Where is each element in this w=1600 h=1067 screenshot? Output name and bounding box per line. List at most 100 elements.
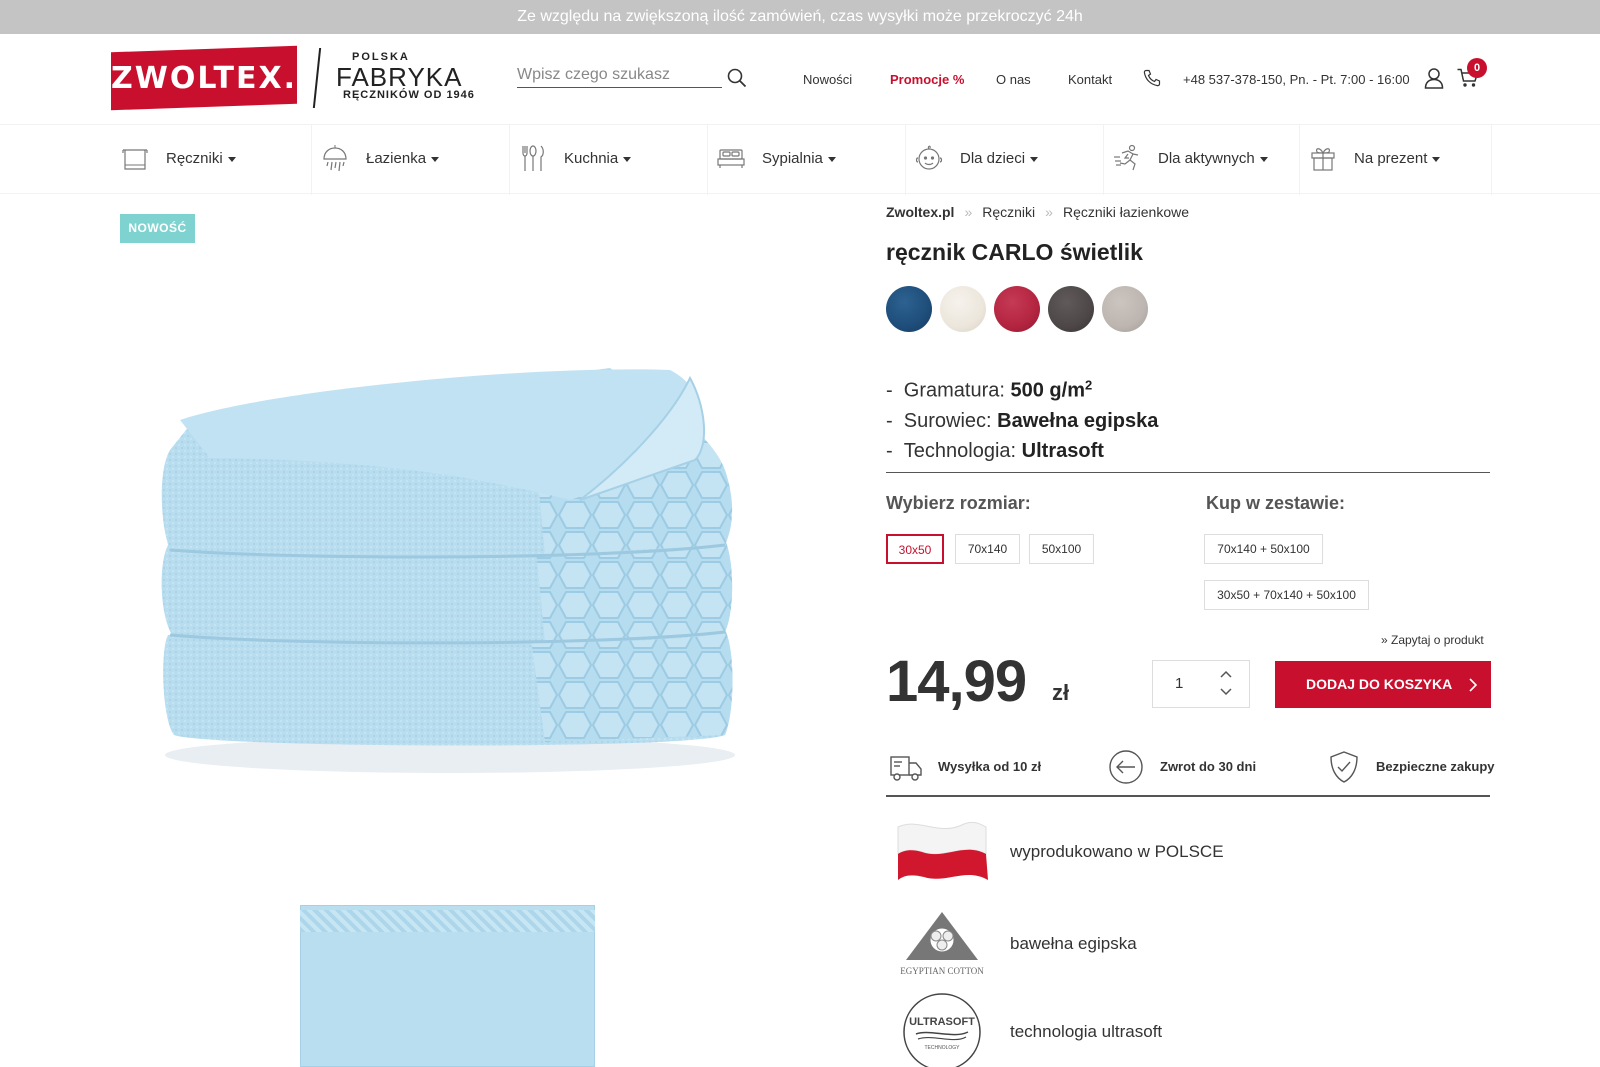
category-dla-dzieci[interactable]: Dla dzieci xyxy=(906,125,1104,195)
category-dla-aktywnych[interactable]: Dla aktywnych xyxy=(1104,125,1300,195)
color-swatch-cream[interactable] xyxy=(940,286,986,332)
divider xyxy=(886,472,1490,473)
phone-number[interactable]: +48 537-378-150, Pn. - Pt. 7:00 - 16:00 xyxy=(1183,72,1410,87)
spec-value: Bawełna egipska xyxy=(997,409,1159,432)
category-lazienka[interactable]: Łazienka xyxy=(312,125,510,195)
feature-secure-label: Bezpieczne zakupy xyxy=(1376,759,1495,774)
breadcrumb-home[interactable]: Zwoltex.pl xyxy=(886,204,954,220)
color-swatch-navy[interactable] xyxy=(886,286,932,332)
info-ultrasoft-label: technologia ultrasoft xyxy=(1010,1022,1163,1041)
shipping-notice-bar: Ze względu na zwiększoną ilość zamówień,… xyxy=(0,0,1600,34)
add-to-cart-button[interactable]: DODAJ DO KOSZYKA xyxy=(1275,661,1491,708)
color-swatch-graphite[interactable] xyxy=(1048,286,1094,332)
chevron-up-icon[interactable] xyxy=(1219,669,1233,679)
phone-icon xyxy=(1143,69,1161,87)
bed-icon xyxy=(717,149,745,168)
size-option-30x50[interactable]: 30x50 xyxy=(886,534,944,564)
set-option-30x50-70x140-50x100[interactable]: 30x50 + 70x140 + 50x100 xyxy=(1204,580,1369,610)
ask-about-product-link[interactable]: » Zapytaj o produkt xyxy=(1381,633,1484,647)
quantity-stepper[interactable]: 1 xyxy=(1152,660,1250,708)
category-label: Ręczniki xyxy=(166,150,236,167)
search-input[interactable] xyxy=(517,62,722,88)
cutlery-icon xyxy=(522,145,544,171)
color-swatch-taupe[interactable] xyxy=(1102,286,1148,332)
category-kuchnia[interactable]: Kuchnia xyxy=(510,125,708,195)
spec-surowiec: - Surowiec: Bawełna egipska xyxy=(886,409,1159,432)
breadcrumb-reczniki[interactable]: Ręczniki xyxy=(982,204,1035,220)
chevron-right-icon xyxy=(1469,678,1477,692)
runner-icon xyxy=(1114,144,1139,171)
category-label: Na prezent xyxy=(1354,150,1440,167)
size-section-title: Wybierz rozmiar: xyxy=(886,493,1031,513)
spec-value: 500 g/m xyxy=(1010,379,1085,402)
product-image[interactable] xyxy=(150,350,760,780)
shipping-notice-text: Ze względu na zwiększoną ilość zamówień,… xyxy=(517,8,1083,25)
set-section-title: Kup w zestawie: xyxy=(1206,493,1346,513)
ultrasoft-logo-subtext: TECHNOLOGY xyxy=(924,1045,960,1051)
feature-returns: Zwrot do 30 dni xyxy=(1108,749,1308,785)
breadcrumb-separator: » xyxy=(1045,204,1053,220)
logo-line-3: RĘCZNIKÓW OD 1946 xyxy=(343,89,475,101)
nav-link-kontakt[interactable]: Kontakt xyxy=(1068,72,1112,87)
breadcrumb: Zwoltex.pl » Ręczniki » Ręczniki łazienkowe xyxy=(886,204,1189,220)
size-option-70x140[interactable]: 70x140 xyxy=(955,534,1020,564)
feature-shipping: Wysyłka od 10 zł xyxy=(888,749,1088,785)
info-egyptian-cotton: EGYPTIAN COTTON bawełna egipska xyxy=(886,902,1486,982)
size-option-50x100[interactable]: 50x100 xyxy=(1029,534,1094,564)
category-label: Dla aktywnych xyxy=(1158,150,1268,167)
category-label: Kuchnia xyxy=(564,150,631,167)
quantity-value[interactable]: 1 xyxy=(1175,675,1183,692)
feature-secure: Bezpieczne zakupy xyxy=(1326,749,1496,785)
category-na-prezent[interactable]: Na prezent xyxy=(1300,125,1492,195)
spec-label: Surowiec: xyxy=(903,409,992,432)
category-label: Sypialnia xyxy=(762,150,836,167)
shower-icon xyxy=(323,145,347,172)
chevron-down-icon[interactable] xyxy=(1219,687,1233,697)
shield-check-icon xyxy=(1330,751,1358,783)
nav-link-o-nas[interactable]: O nas xyxy=(996,72,1031,87)
delivery-truck-icon xyxy=(890,756,922,781)
category-reczniki[interactable]: Ręczniki xyxy=(112,125,312,195)
nav-link-promocje[interactable]: Promocje % xyxy=(890,72,964,87)
towel-icon xyxy=(122,149,148,170)
info-made-in-poland: wyprodukowano w POLSCE xyxy=(886,812,1486,892)
feature-returns-label: Zwrot do 30 dni xyxy=(1160,759,1257,774)
nav-link-nowosci[interactable]: Nowości xyxy=(803,72,852,87)
category-sypialnia[interactable]: Sypialnia xyxy=(708,125,906,195)
category-label: Dla dzieci xyxy=(960,150,1038,167)
info-egyptian-cotton-label: bawełna egipska xyxy=(1010,934,1137,953)
egyptian-cotton-logo-text: EGYPTIAN COTTON xyxy=(900,966,984,976)
info-ultrasoft: ULTRASOFT TECHNOLOGY technologia ultraso… xyxy=(886,992,1486,1067)
spec-technologia: - Technologia: Ultrasoft xyxy=(886,439,1104,462)
breadcrumb-reczniki-lazienkowe[interactable]: Ręczniki łazienkowe xyxy=(1063,204,1189,220)
search-icon[interactable] xyxy=(727,68,747,88)
header: ZWOLTEX. POLSKA FABRYKA RĘCZNIKÓW OD 194… xyxy=(0,34,1600,124)
add-to-cart-label: DODAJ DO KOSZYKA xyxy=(1306,676,1453,692)
spec-label: Technologia: xyxy=(903,439,1017,462)
product-title: ręcznik CARLO świetlik xyxy=(886,239,1143,265)
divider xyxy=(886,795,1490,797)
logo-brand: ZWOLTEX. xyxy=(111,60,297,96)
product-price: 14,99 xyxy=(886,649,1027,714)
set-option-70x140-50x100[interactable]: 70x140 + 50x100 xyxy=(1204,534,1323,564)
baby-icon xyxy=(915,145,943,170)
category-bar: Ręczniki Łazienka Kuchnia Sypialnia Dla … xyxy=(0,124,1600,195)
new-badge: NOWOŚĆ xyxy=(120,214,195,243)
color-swatch-crimson[interactable] xyxy=(994,286,1040,332)
category-label: Łazienka xyxy=(366,150,439,167)
spec-gramatura: - Gramatura: 500 g/m2 xyxy=(886,377,1093,402)
info-made-in-poland-label: wyprodukowano w POLSCE xyxy=(1010,842,1224,861)
egyptian-cotton-logo-icon: EGYPTIAN COTTON xyxy=(900,912,984,976)
zwoltex-logo[interactable]: ZWOLTEX. xyxy=(111,45,297,111)
logo-divider xyxy=(312,48,322,108)
breadcrumb-separator: » xyxy=(964,204,973,220)
gift-icon xyxy=(1311,148,1335,171)
ultrasoft-logo-icon: ULTRASOFT TECHNOLOGY xyxy=(903,993,981,1067)
spec-label: Gramatura: xyxy=(903,379,1005,402)
ultrasoft-logo-text: ULTRASOFT xyxy=(909,1016,975,1028)
feature-shipping-label: Wysyłka od 10 zł xyxy=(938,759,1042,774)
user-icon[interactable] xyxy=(1424,67,1444,89)
spec-superscript: 2 xyxy=(1084,377,1093,392)
polish-flag-icon xyxy=(897,821,988,880)
price-currency: zł xyxy=(1052,680,1070,705)
